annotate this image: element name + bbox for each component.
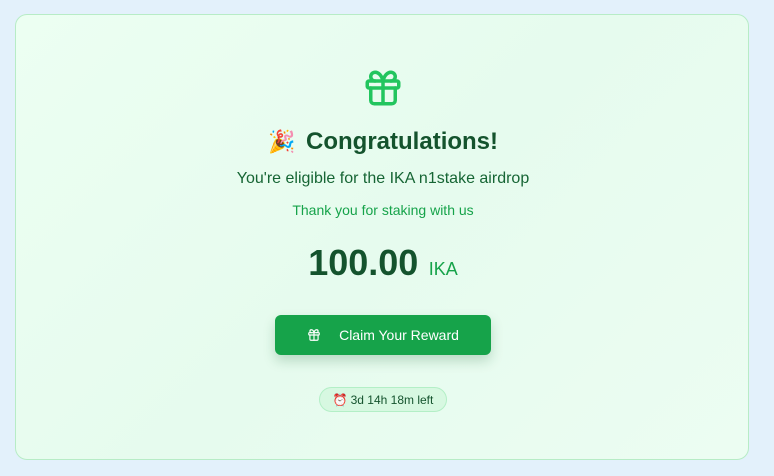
gift-icon bbox=[365, 70, 401, 106]
alarm-clock-icon: ⏰ bbox=[332, 392, 348, 407]
airdrop-card: 🎉 Congratulations! You're eligible for t… bbox=[15, 14, 749, 460]
reward-amount-value: 100.00 bbox=[308, 242, 419, 283]
party-popper-icon: 🎉 bbox=[267, 129, 296, 154]
reward-amount: 100.00 IKA bbox=[16, 240, 750, 294]
reward-amount-unit: IKA bbox=[428, 259, 458, 279]
claim-reward-label: Claim Your Reward bbox=[339, 327, 459, 343]
time-left-text: 3d 14h 18m left bbox=[350, 392, 434, 407]
claim-reward-button[interactable]: Claim Your Reward bbox=[275, 315, 491, 355]
time-left-badge: ⏰ 3d 14h 18m left bbox=[319, 387, 447, 412]
congrats-title-text: Congratulations! bbox=[306, 128, 499, 155]
eligibility-text: You're eligible for the IKA n1stake aird… bbox=[236, 170, 530, 187]
congrats-title: 🎉 Congratulations! bbox=[16, 127, 750, 157]
gift-icon bbox=[308, 329, 320, 341]
thanks-text: Thank you for staking with us bbox=[292, 202, 474, 218]
